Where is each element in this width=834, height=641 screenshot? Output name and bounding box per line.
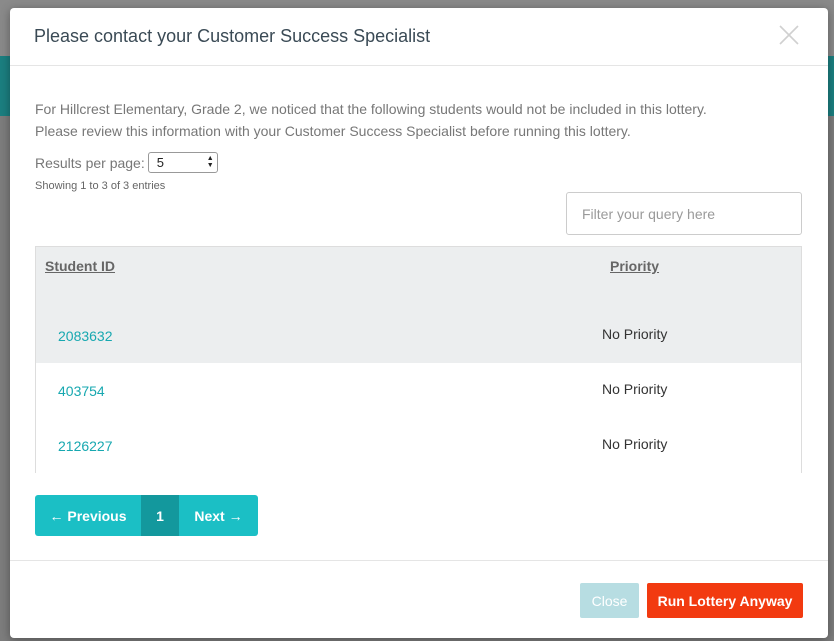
results-per-page: Results per page: 5 ▲ ▼ (35, 152, 803, 173)
close-icon[interactable] (778, 24, 800, 46)
modal-header: Please contact your Customer Success Spe… (10, 8, 828, 66)
current-page-button[interactable]: 1 (141, 495, 179, 536)
student-id-link[interactable]: 403754 (58, 383, 105, 399)
student-id-link[interactable]: 2126227 (58, 438, 113, 454)
notice-line-1: For Hillcrest Elementary, Grade 2, we no… (35, 101, 707, 117)
entries-count: Showing 1 to 3 of 3 entries (35, 180, 166, 192)
close-button[interactable]: Close (580, 583, 639, 618)
students-table: Student ID Priority 2083632 No Priority … (35, 246, 802, 473)
column-header-priority[interactable]: Priority (610, 258, 659, 274)
column-header-student-id[interactable]: Student ID (45, 258, 115, 274)
results-per-page-label: Results per page: (35, 154, 145, 171)
select-arrows-icon: ▲ ▼ (206, 155, 214, 169)
table-row: 2126227 No Priority (36, 418, 801, 473)
modal-body: For Hillcrest Elementary, Grade 2, we no… (10, 66, 828, 192)
results-per-page-value: 5 (156, 155, 164, 170)
modal-footer: Close Run Lottery Anyway (10, 560, 828, 638)
filter-input[interactable] (566, 192, 802, 235)
priority-cell: No Priority (602, 381, 668, 397)
run-lottery-anyway-button[interactable]: Run Lottery Anyway (647, 583, 803, 618)
notice-line-2: Please review this information with your… (35, 123, 631, 139)
modal-title: Please contact your Customer Success Spe… (34, 26, 431, 46)
previous-page-button[interactable]: ← Previous (35, 495, 141, 536)
next-page-button[interactable]: Next → (179, 495, 258, 536)
contact-specialist-modal: Please contact your Customer Success Spe… (10, 8, 828, 638)
priority-cell: No Priority (602, 436, 668, 452)
student-id-link[interactable]: 2083632 (58, 328, 113, 344)
pagination: ← Previous 1 Next → (35, 495, 258, 536)
priority-cell: No Priority (602, 326, 668, 342)
table-row: 2083632 No Priority (36, 301, 801, 363)
table-header: Student ID Priority 2083632 No Priority (36, 247, 801, 363)
table-row: 403754 No Priority (36, 363, 801, 418)
results-per-page-select[interactable]: 5 ▲ ▼ (147, 152, 218, 173)
